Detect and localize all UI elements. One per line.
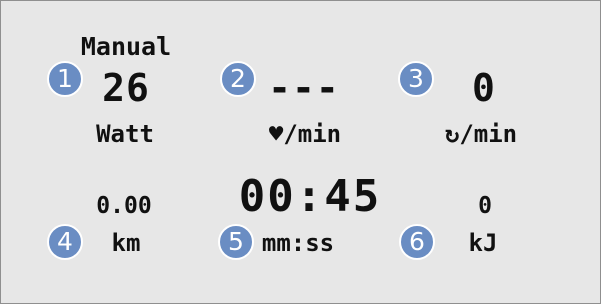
metric-5-badge: 5 [218, 224, 254, 260]
metric-6-badge: 6 [399, 224, 435, 260]
trainer-display-panel: Manual 1 26 Watt 2 --- ♥/min 3 0 ↻/min 0… [0, 0, 601, 304]
metric-1-badge: 1 [47, 61, 83, 97]
heart-rate-unit: ♥/min [268, 120, 342, 148]
power-value: 26 [102, 66, 150, 110]
distance-unit: km [111, 229, 141, 257]
mode-label: Manual [80, 32, 172, 61]
metric-3-badge: 3 [398, 61, 434, 97]
cadence-unit: ↻/min [444, 120, 518, 148]
energy-value: 0 [478, 193, 492, 219]
energy-unit: kJ [468, 229, 498, 257]
metric-4-badge: 4 [47, 224, 83, 260]
metric-2-badge: 2 [220, 61, 256, 97]
heart-rate-value: --- [268, 66, 340, 110]
elapsed-time-unit: mm:ss [261, 229, 335, 257]
distance-value: 0.00 [96, 193, 152, 219]
power-unit: Watt [96, 120, 154, 148]
cadence-value: 0 [472, 66, 496, 110]
elapsed-time-value: 00:45 [238, 171, 382, 222]
